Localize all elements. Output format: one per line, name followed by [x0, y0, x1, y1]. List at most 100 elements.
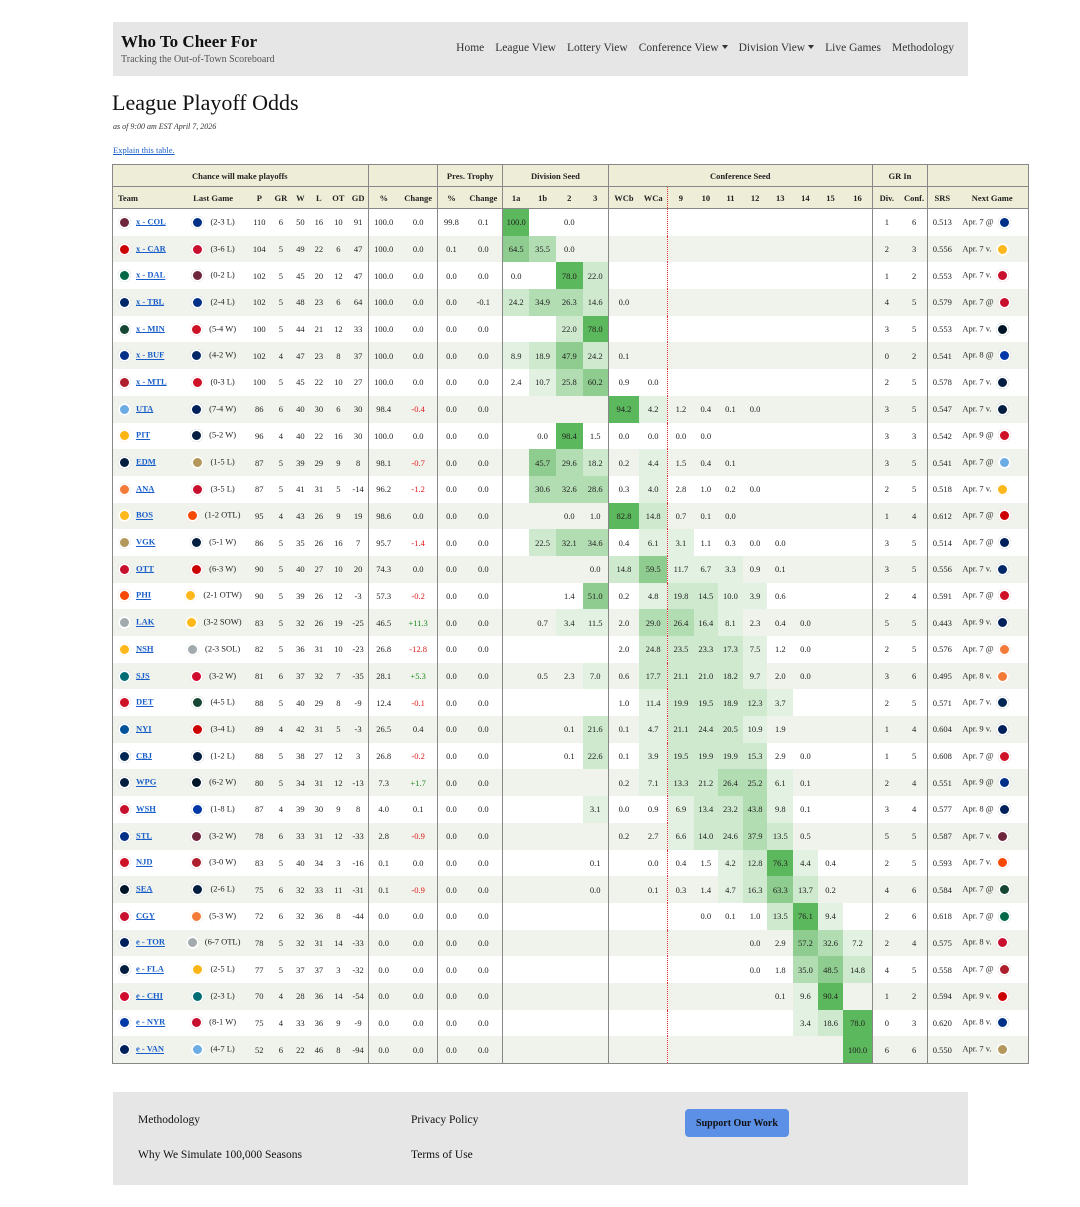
team-link[interactable]: NJD	[136, 857, 153, 867]
footer-why-link[interactable]: Why We Simulate 100,000 Seasons	[138, 1149, 302, 1161]
seed-cell: 6.7	[693, 555, 719, 583]
footer-privacy-link[interactable]: Privacy Policy	[411, 1114, 478, 1126]
explain-table-link[interactable]: Explain this table.	[113, 145, 175, 155]
goal-diff-cell: -14	[352, 484, 364, 495]
team-link[interactable]: BOS	[136, 510, 153, 520]
games-remaining-cell: 5	[278, 377, 283, 388]
nav-home[interactable]: Home	[456, 42, 484, 54]
seed-cell	[843, 822, 873, 850]
team-link[interactable]: VGK	[136, 537, 155, 547]
playoff-pct-cell: 4.0	[367, 796, 399, 823]
nav-live-games[interactable]: Live Games	[825, 42, 881, 54]
last-game-result: (4-7 L)	[210, 1043, 235, 1054]
team-link[interactable]: SJS	[136, 670, 150, 680]
gr-in-conference-cell: 5	[911, 644, 917, 655]
team-link[interactable]: ANA	[136, 483, 154, 493]
table-row: WSH (1-8 L) 87 4 39 30 9 8 4.0 0.1 0.0 0.0 3.1 0.0 0.9…	[113, 796, 1029, 823]
team-link[interactable]: STL	[136, 830, 152, 840]
srs-cell: 0.576	[927, 636, 957, 663]
wins-cell: 39	[296, 804, 305, 815]
team-link[interactable]: x - CAR	[136, 243, 166, 253]
gr-in-division-cell: 3	[871, 662, 901, 690]
team-link[interactable]: WSH	[136, 803, 156, 813]
seed-cell	[607, 235, 640, 263]
seed-cell: 0.1	[725, 911, 736, 922]
team-link[interactable]: x - MTL	[136, 376, 167, 386]
nav-methodology[interactable]: Methodology	[892, 42, 954, 54]
nav-league-view[interactable]: League View	[495, 42, 556, 54]
seed-cell: 26.3	[555, 289, 583, 316]
seed-cell	[743, 1010, 768, 1037]
team-link[interactable]: x - DAL	[136, 270, 165, 280]
team-link[interactable]: x - TBL	[136, 296, 164, 306]
team-link[interactable]: e - NYR	[136, 1017, 165, 1027]
nav-lottery-view[interactable]: Lottery View	[567, 42, 628, 54]
next-game-cell: Apr. 9 v.	[956, 716, 1029, 743]
team-link[interactable]: x - COL	[136, 216, 166, 226]
team-cell: x - CAR	[112, 235, 179, 263]
team-link[interactable]: WPG	[136, 777, 156, 787]
team-link[interactable]: x - BUF	[136, 350, 164, 360]
team-link[interactable]: NSH	[136, 643, 153, 653]
col-header-28: SRS	[927, 186, 957, 209]
points-cell: 90	[248, 555, 271, 583]
team-link[interactable]: CBJ	[136, 750, 152, 760]
team-link[interactable]: CGY	[136, 910, 155, 920]
team-link[interactable]: PIT	[136, 430, 150, 440]
team-link[interactable]: e - FLA	[136, 964, 164, 974]
wins-cell: 32	[291, 876, 310, 903]
team-link[interactable]: e - TOR	[136, 937, 165, 947]
playoff-change-cell: 0.0	[398, 555, 438, 583]
srs-cell: 0.551	[927, 769, 957, 797]
team-link[interactable]: EDM	[136, 456, 156, 466]
seed-cell: 0.1	[607, 742, 640, 770]
srs-cell: 0.513	[927, 208, 957, 236]
playoff-change-cell: 0.0	[398, 982, 438, 1010]
team-link[interactable]: LAK	[136, 617, 154, 627]
team-link[interactable]: x - MIN	[136, 323, 165, 333]
seed-cell	[502, 609, 530, 636]
seed-cell: 0.9	[607, 369, 640, 396]
next-game-date: Apr. 7 @	[962, 296, 994, 307]
brand-title[interactable]: Who To Cheer For	[121, 32, 257, 52]
next-opponent-logo-icon	[997, 589, 1011, 603]
team-link[interactable]: OTT	[136, 563, 154, 573]
seed-cell	[502, 502, 530, 530]
next-opponent-logo-icon	[995, 562, 1009, 576]
losses-cell: 31	[309, 822, 329, 850]
next-game-cell: Apr. 7 v.	[956, 689, 1028, 716]
table-row: NJD (3-0 W) 83 5 40 34 3 -16 0.1 0.0 0.0 0.0 0.1 0.0 0…	[113, 849, 1029, 877]
last-game-cell: (1-2 L)	[178, 743, 248, 770]
team-link[interactable]: e - CHI	[136, 990, 163, 1000]
pres-trophy-change-cell: 0.0	[464, 929, 503, 957]
support-button[interactable]: Support Our Work	[685, 1109, 789, 1137]
team-link[interactable]: e - VAN	[136, 1044, 164, 1054]
gr-in-division-cell: 1	[871, 262, 901, 290]
seed-cell	[667, 902, 694, 930]
team-link[interactable]: SEA	[136, 883, 153, 893]
opponent-logo-icon	[185, 936, 199, 950]
team-link[interactable]: PHI	[136, 590, 151, 600]
pres-trophy-change-cell: 0.0	[464, 876, 503, 903]
team-link[interactable]: DET	[136, 697, 153, 707]
seed-cell	[639, 1036, 668, 1064]
team-logo-icon	[118, 589, 131, 603]
nav-conference-view[interactable]: Conference View	[639, 42, 728, 54]
footer-terms-link[interactable]: Terms of Use	[411, 1149, 473, 1161]
seed-cell	[502, 315, 530, 343]
pres-trophy-pct-cell: 0.0	[437, 422, 465, 450]
footer-methodology-link[interactable]: Methodology	[138, 1114, 200, 1126]
goal-diff-cell: 64	[348, 289, 369, 316]
last-game-result: (3-2 W)	[209, 830, 237, 841]
losses-cell: 26	[309, 609, 329, 636]
team-logo-icon	[118, 642, 131, 656]
group-header-chance: Chance will make playoffs	[112, 164, 369, 187]
seed-cell: 18.9	[718, 689, 743, 717]
team-link[interactable]: NYI	[136, 723, 152, 733]
seed-cell	[607, 1009, 640, 1037]
nav-division-view[interactable]: Division View	[739, 42, 815, 54]
pres-trophy-pct-cell: 0.0	[437, 849, 465, 877]
team-link[interactable]: UTA	[136, 403, 153, 413]
last-game-cell: (2-3 SOL)	[178, 636, 248, 663]
pres-trophy-change-cell: 0.0	[464, 769, 503, 797]
